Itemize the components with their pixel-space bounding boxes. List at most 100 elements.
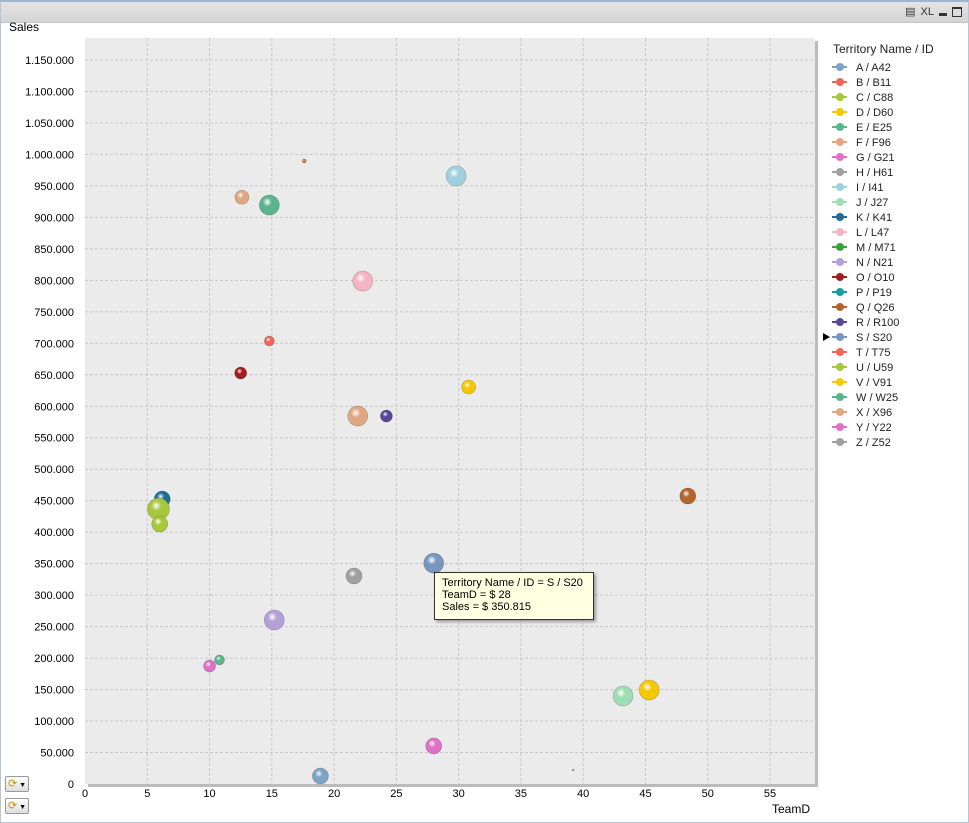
legend-label: R / R100: [856, 317, 899, 329]
legend-label: U / U59: [856, 362, 893, 374]
data-point-h[interactable]: [345, 567, 363, 585]
legend-marker-icon: [836, 378, 844, 386]
legend: A / A42 B / B11 C / C88 D / D60 E / E25 F / F…: [823, 62, 899, 449]
data-point-b[interactable]: [264, 335, 275, 347]
legend-item[interactable]: U / U59: [832, 362, 893, 374]
x-tick-label: 40: [577, 788, 589, 800]
legend-marker-icon: [836, 168, 844, 176]
cycle-icon: ⟳: [8, 800, 18, 812]
data-point-a[interactable]: [312, 767, 329, 785]
legend-item[interactable]: Y / Y22: [832, 422, 892, 434]
legend-item[interactable]: V / V91: [832, 377, 892, 389]
y-tick-label: 200.000: [34, 653, 74, 665]
legend-item[interactable]: L / L47: [832, 227, 889, 239]
x-tick-label: 5: [144, 788, 150, 800]
data-point-n[interactable]: [264, 609, 285, 631]
legend-item[interactable]: G / G21: [832, 152, 895, 164]
x-tick-label: 50: [702, 788, 714, 800]
legend-label: N / N21: [856, 257, 893, 269]
selection-arrow-icon: [823, 333, 830, 341]
legend-label: Q / Q26: [856, 302, 895, 314]
legend-marker-icon: [836, 288, 844, 296]
x-tick-label: 30: [453, 788, 465, 800]
legend-label: Z / Z52: [856, 437, 891, 449]
legend-label: O / O10: [856, 272, 895, 284]
data-point-w[interactable]: [214, 654, 225, 666]
data-point-i[interactable]: [445, 165, 467, 187]
legend-item[interactable]: E / E25: [832, 122, 892, 134]
legend-label: A / A42: [856, 62, 891, 74]
data-point-d[interactable]: [461, 379, 476, 395]
legend-marker-icon: [836, 303, 844, 311]
data-point-q[interactable]: [679, 487, 697, 505]
y-tick-label: 250.000: [34, 622, 74, 634]
legend-item[interactable]: D / D60: [832, 107, 893, 119]
legend-item[interactable]: W / W25: [832, 392, 898, 404]
y-tick-label: 850.000: [34, 244, 74, 256]
x-tick-label: 0: [82, 788, 88, 800]
legend-label: E / E25: [856, 122, 892, 134]
legend-item[interactable]: M / M71: [832, 242, 896, 254]
legend-item[interactable]: X / X96: [832, 407, 892, 419]
x-tick-label: 25: [390, 788, 402, 800]
legend-label: B / B11: [856, 77, 891, 89]
cycle-group-button-2[interactable]: ⟳ ▼: [5, 798, 29, 814]
legend-item[interactable]: J / J27: [832, 197, 888, 209]
x-tick-label: 10: [203, 788, 215, 800]
y-tick-label: 550.000: [34, 433, 74, 445]
legend-label: G / G21: [856, 152, 895, 164]
legend-item[interactable]: O / O10: [832, 272, 895, 284]
data-point-l[interactable]: [352, 270, 374, 292]
legend-item[interactable]: S / S20: [823, 332, 892, 344]
data-point-r[interactable]: [380, 409, 393, 423]
legend-marker-icon: [836, 63, 844, 71]
dropdown-arrow-icon: ▼: [19, 782, 26, 789]
legend-item[interactable]: R / R100: [832, 317, 899, 329]
data-point-v[interactable]: [638, 679, 660, 701]
cycle-group-button-1[interactable]: ⟳ ▼: [5, 776, 29, 792]
legend-label: T / T75: [856, 347, 890, 359]
legend-item[interactable]: T / T75: [832, 347, 890, 359]
legend-marker-icon: [836, 333, 844, 341]
y-tick-label: 800.000: [34, 275, 74, 287]
y-tick-label: 1.100.000: [25, 86, 74, 98]
y-tick-label: 350.000: [34, 559, 74, 571]
legend-item[interactable]: A / A42: [832, 62, 891, 74]
data-point-x[interactable]: [347, 405, 369, 427]
y-tick-label: 600.000: [34, 401, 74, 413]
legend-item[interactable]: B / B11: [832, 77, 891, 89]
legend-label: Y / Y22: [856, 422, 892, 434]
y-tick-label: 1.150.000: [25, 55, 74, 67]
y-tick-label: 400.000: [34, 527, 74, 539]
legend-item[interactable]: F / F96: [832, 137, 891, 149]
data-point-y[interactable]: [425, 737, 443, 755]
data-point-u[interactable]: [151, 515, 169, 533]
legend-label: C / C88: [856, 92, 893, 104]
tooltip-line-territory: Territory Name / ID = S / S20: [442, 577, 583, 589]
legend-marker-icon: [836, 108, 844, 116]
legend-item[interactable]: Z / Z52: [832, 437, 891, 449]
tooltip-line-teamd: TeamD = $ 28: [442, 589, 511, 601]
data-point-g[interactable]: [203, 659, 216, 673]
legend-item[interactable]: I / I41: [832, 182, 884, 194]
legend-item[interactable]: H / H61: [832, 167, 893, 179]
scatter-chart: Sales TeamD Territory Name / ID 0 5 10 15 20…: [9, 20, 934, 816]
data-point-o[interactable]: [234, 366, 247, 380]
legend-marker-icon: [836, 363, 844, 371]
cycle-icon: ⟳: [8, 778, 18, 790]
legend-item[interactable]: K / K41: [832, 212, 892, 224]
legend-item[interactable]: N / N21: [832, 257, 893, 269]
legend-label: P / P19: [856, 287, 892, 299]
legend-item[interactable]: C / C88: [832, 92, 893, 104]
data-point-t[interactable]: [301, 158, 307, 164]
data-point-j[interactable]: [612, 685, 634, 707]
data-point-f[interactable]: [234, 189, 250, 205]
legend-item[interactable]: P / P19: [832, 287, 892, 299]
data-point-s[interactable]: [423, 552, 445, 574]
legend-marker-icon: [836, 393, 844, 401]
data-point-e[interactable]: [259, 194, 280, 216]
legend-marker-icon: [836, 408, 844, 416]
data-point-z[interactable]: [571, 768, 575, 772]
legend-label: J / J27: [856, 197, 888, 209]
legend-item[interactable]: Q / Q26: [832, 302, 895, 314]
